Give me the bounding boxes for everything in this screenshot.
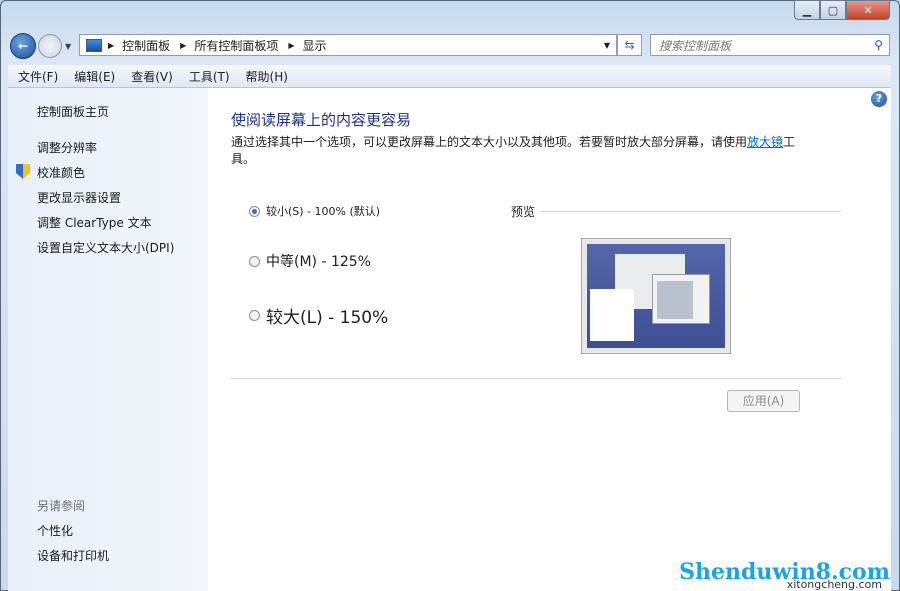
- search-input[interactable]: 搜索控制面板 ⚲: [650, 34, 890, 56]
- option-label: 较大(L) - 150%: [266, 308, 389, 328]
- page-title: 使阅读屏幕上的内容更容易: [231, 111, 412, 129]
- apply-button[interactable]: 应用(A): [727, 390, 800, 412]
- chevron-right-icon[interactable]: ▶: [288, 41, 294, 50]
- option-larger[interactable]: 较大(L) - 150%: [249, 303, 388, 328]
- option-smaller[interactable]: 较小(S) - 100% (默认): [249, 203, 380, 219]
- search-placeholder: 搜索控制面板: [659, 38, 732, 53]
- window-controls: ▁ ▢ ✕: [794, 0, 890, 20]
- menu-file[interactable]: 文件(F): [18, 68, 58, 85]
- sidebar-item-resolution[interactable]: 调整分辨率: [37, 139, 97, 156]
- option-label: 较小(S) - 100% (默认): [266, 205, 381, 218]
- preview-image: [581, 238, 731, 354]
- divider: [231, 378, 841, 379]
- option-medium[interactable]: 中等(M) - 125%: [249, 251, 371, 271]
- address-bar[interactable]: ▶ 控制面板 ▶ 所有控制面板项 ▶ 显示 ▼: [79, 34, 617, 56]
- sidebar-item-personalize[interactable]: 个性化: [37, 522, 73, 539]
- search-icon[interactable]: ⚲: [874, 38, 883, 52]
- breadcrumb-display[interactable]: 显示: [303, 37, 327, 54]
- sidebar-item-devices-printers[interactable]: 设备和打印机: [37, 547, 109, 564]
- help-icon[interactable]: ?: [871, 91, 887, 107]
- see-also-heading: 另请参阅: [37, 499, 86, 513]
- watermark-sub: xitongcheng.com: [786, 578, 882, 591]
- main-panel: ? 使阅读屏幕上的内容更容易 通过选择其中一个选项，可以更改屏幕上的文本大小以及…: [208, 88, 891, 591]
- menu-tools[interactable]: 工具(T): [189, 68, 230, 85]
- menu-help[interactable]: 帮助(H): [246, 68, 288, 85]
- radio-larger[interactable]: [249, 310, 260, 321]
- description: 通过选择其中一个选项，可以更改屏幕上的文本大小以及其他项。若要暂时放大部分屏幕，…: [231, 134, 801, 168]
- close-button[interactable]: ✕: [846, 0, 890, 20]
- chevron-right-icon[interactable]: ▶: [180, 41, 186, 50]
- chevron-right-icon[interactable]: ▶: [108, 41, 114, 50]
- shield-icon: [16, 164, 30, 179]
- menu-edit[interactable]: 编辑(E): [74, 68, 115, 85]
- breadcrumb-all-items[interactable]: 所有控制面板项: [194, 37, 278, 54]
- minimize-button[interactable]: ▁: [794, 0, 820, 20]
- maximize-button[interactable]: ▢: [820, 0, 846, 20]
- sidebar: 控制面板主页 调整分辨率 校准颜色 更改显示器设置 调整 ClearType 文…: [8, 88, 208, 591]
- description-text: 通过选择其中一个选项，可以更改屏幕上的文本大小以及其他项。若要暂时放大部分屏幕，…: [231, 135, 748, 149]
- preview-label: 预览: [511, 205, 536, 219]
- option-label: 中等(M) - 125%: [266, 254, 371, 270]
- preview-divider: [540, 211, 841, 212]
- recent-pages-dropdown[interactable]: ▼: [65, 42, 71, 51]
- back-button[interactable]: ←: [10, 33, 36, 59]
- radio-smaller[interactable]: [249, 205, 260, 217]
- address-dropdown-icon[interactable]: ▼: [604, 41, 610, 50]
- sidebar-home[interactable]: 控制面板主页: [37, 103, 109, 120]
- breadcrumb-control-panel[interactable]: 控制面板: [122, 37, 170, 54]
- sidebar-item-cleartype[interactable]: 调整 ClearType 文本: [37, 214, 152, 231]
- sidebar-item-dpi[interactable]: 设置自定义文本大小(DPI): [37, 239, 174, 256]
- menu-view[interactable]: 查看(V): [131, 68, 173, 85]
- magnifier-link[interactable]: 放大镜: [747, 135, 783, 149]
- refresh-button[interactable]: ⇆: [617, 34, 642, 56]
- radio-medium[interactable]: [249, 255, 260, 267]
- menu-bar: 文件(F) 编辑(E) 查看(V) 工具(T) 帮助(H): [8, 65, 891, 88]
- forward-button[interactable]: [38, 34, 62, 58]
- sidebar-item-display-settings[interactable]: 更改显示器设置: [37, 189, 121, 206]
- sidebar-item-calibrate-color[interactable]: 校准颜色: [37, 164, 85, 181]
- control-panel-icon: [86, 38, 102, 52]
- nav-buttons: ← ▼: [10, 33, 71, 59]
